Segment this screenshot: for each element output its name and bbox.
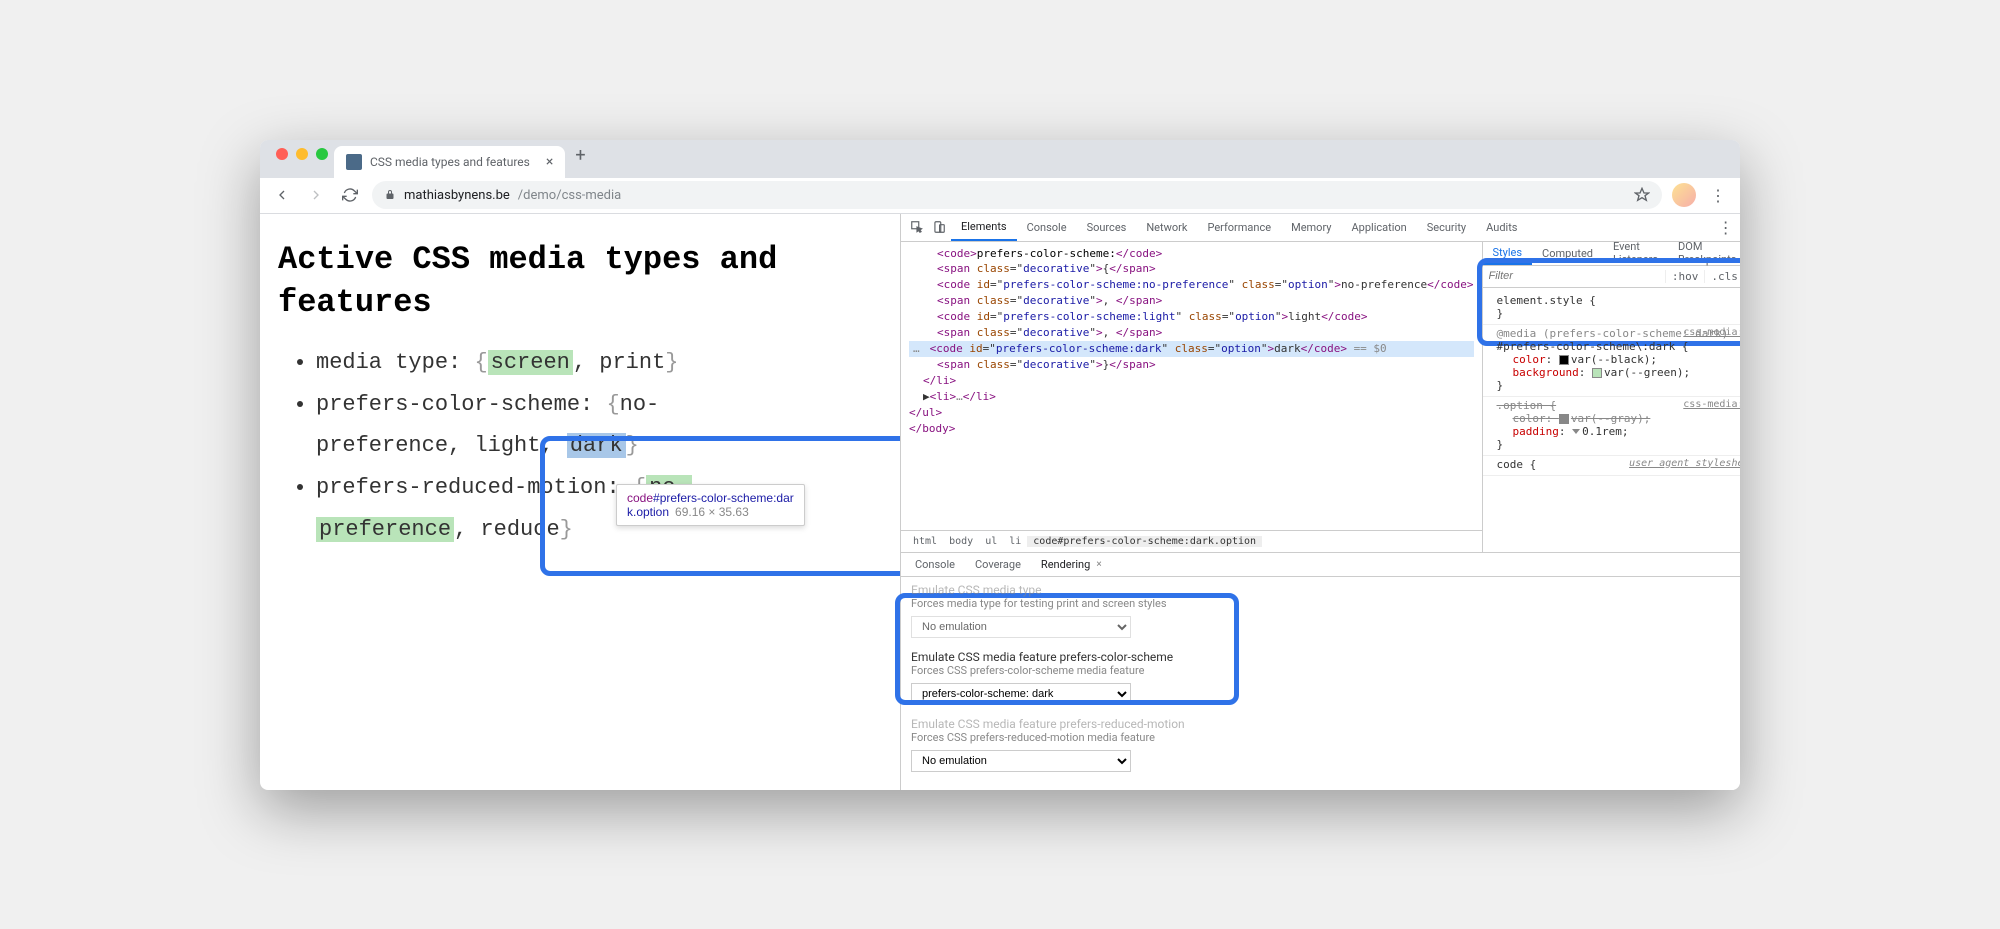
devtools-tab-application[interactable]: Application bbox=[1341, 214, 1416, 241]
styles-tab-event-listeners[interactable]: Event Listeners bbox=[1603, 242, 1668, 265]
drawer-section: Emulate CSS media feature prefers-color-… bbox=[911, 650, 1740, 705]
maximize-window-icon[interactable] bbox=[316, 148, 328, 160]
tooltip-tag: code bbox=[627, 491, 653, 505]
close-window-icon[interactable] bbox=[276, 148, 288, 160]
drawer-body: Emulate CSS media typeForces media type … bbox=[901, 577, 1740, 790]
devtools-drawer: ConsoleCoverageRendering×× Emulate CSS m… bbox=[901, 552, 1740, 790]
element-tooltip: code#prefers-color-scheme:dark.option69.… bbox=[616, 484, 805, 526]
styles-pill[interactable]: .cls bbox=[1704, 270, 1740, 283]
drawer-tabs: ConsoleCoverageRendering×× bbox=[901, 553, 1740, 577]
breadcrumb-item[interactable]: li bbox=[1003, 536, 1027, 547]
devtools-tab-network[interactable]: Network bbox=[1136, 214, 1197, 241]
dom-line[interactable]: ▶<li>…</li> bbox=[909, 389, 1474, 405]
drawer-tab-rendering[interactable]: Rendering bbox=[1031, 553, 1100, 576]
styles-pill[interactable]: :hov bbox=[1665, 270, 1705, 283]
styles-pane: StylesComputedEvent ListenersDOM Breakpo… bbox=[1483, 242, 1741, 552]
dom-line[interactable]: </body> bbox=[909, 421, 1474, 437]
reload-button[interactable] bbox=[338, 183, 362, 207]
devtools-menu-icon[interactable]: ⋮ bbox=[1714, 218, 1738, 237]
dom-line[interactable]: <code id="prefers-color-scheme:light" cl… bbox=[909, 309, 1474, 325]
browser-window: CSS media types and features × + mathias… bbox=[260, 140, 1740, 790]
drawer-select[interactable]: prefers-color-scheme: dark bbox=[911, 683, 1131, 705]
tooltip-dims: 69.16 × 35.63 bbox=[675, 505, 749, 519]
new-tab-button[interactable]: + bbox=[565, 145, 595, 172]
drawer-section: Emulate CSS media typeForces media type … bbox=[911, 583, 1740, 638]
devtools: ElementsConsoleSourcesNetworkPerformance… bbox=[900, 214, 1740, 790]
toolbar: mathiasbynens.be/demo/css-media ⋮ bbox=[260, 178, 1740, 214]
lock-icon bbox=[384, 189, 396, 201]
forward-button[interactable] bbox=[304, 183, 328, 207]
styles-tab-styles[interactable]: Styles bbox=[1483, 242, 1533, 265]
drawer-tab-coverage[interactable]: Coverage bbox=[965, 553, 1031, 576]
close-tab-icon[interactable]: × bbox=[546, 154, 553, 170]
inspect-icon[interactable] bbox=[907, 217, 927, 237]
titlebar: CSS media types and features × + bbox=[260, 140, 1740, 178]
drawer-select[interactable]: No emulation bbox=[911, 750, 1131, 772]
main-split: Active CSS media types and features medi… bbox=[260, 214, 1740, 790]
address-domain: mathiasbynens.be bbox=[404, 188, 510, 203]
list-item: media type: {screen, print} bbox=[316, 342, 882, 384]
styles-filter-bar: :hov.cls+ bbox=[1483, 266, 1741, 288]
devtools-tab-audits[interactable]: Audits bbox=[1476, 214, 1527, 241]
tab-title: CSS media types and features bbox=[370, 155, 530, 169]
css-rule[interactable]: element.style {} bbox=[1483, 292, 1741, 325]
dom-line[interactable]: <code>prefers-color-scheme:</code> bbox=[909, 246, 1474, 262]
device-icon[interactable] bbox=[929, 217, 949, 237]
dom-line[interactable]: </li> bbox=[909, 373, 1474, 389]
styles-tab-dom-breakpoints[interactable]: DOM Breakpoints bbox=[1668, 242, 1740, 265]
drawer-tab-console[interactable]: Console bbox=[905, 553, 965, 576]
styles-tab-computed[interactable]: Computed bbox=[1532, 242, 1603, 265]
bookmark-icon[interactable] bbox=[1634, 187, 1650, 203]
minimize-window-icon[interactable] bbox=[296, 148, 308, 160]
page-heading: Active CSS media types and features bbox=[278, 238, 882, 324]
address-bar[interactable]: mathiasbynens.be/demo/css-media bbox=[372, 181, 1662, 209]
styles-body[interactable]: element.style {}css-media:18@media (pref… bbox=[1483, 288, 1741, 552]
drawer-tab-close-icon[interactable]: × bbox=[1096, 559, 1101, 570]
dom-line[interactable]: <span class="decorative">, </span> bbox=[909, 293, 1474, 309]
dom-tree[interactable]: <code>prefers-color-scheme:</code><span … bbox=[901, 242, 1482, 530]
dom-line[interactable]: …<code id="prefers-color-scheme:dark" cl… bbox=[909, 341, 1474, 357]
breadcrumb-item[interactable]: ul bbox=[979, 536, 1003, 547]
devtools-tab-performance[interactable]: Performance bbox=[1197, 214, 1281, 241]
back-button[interactable] bbox=[270, 183, 294, 207]
breadcrumb[interactable]: htmlbodyullicode#prefers-color-scheme:da… bbox=[901, 530, 1482, 552]
devtools-tabs: ElementsConsoleSourcesNetworkPerformance… bbox=[901, 214, 1740, 242]
browser-tab[interactable]: CSS media types and features × bbox=[334, 146, 565, 178]
drawer-section: Emulate CSS media feature prefers-reduce… bbox=[911, 717, 1740, 772]
css-rule[interactable]: user agent stylesheetcode { bbox=[1483, 456, 1741, 476]
devtools-tab-sources[interactable]: Sources bbox=[1077, 214, 1137, 241]
devtools-tab-elements[interactable]: Elements bbox=[951, 214, 1017, 241]
devtools-tab-console[interactable]: Console bbox=[1017, 214, 1077, 241]
favicon-icon bbox=[346, 154, 362, 170]
devtools-split: <code>prefers-color-scheme:</code><span … bbox=[901, 242, 1740, 552]
dom-pane: <code>prefers-color-scheme:</code><span … bbox=[901, 242, 1483, 552]
devtools-tab-security[interactable]: Security bbox=[1417, 214, 1476, 241]
breadcrumb-item[interactable]: html bbox=[907, 536, 943, 547]
styles-tabs: StylesComputedEvent ListenersDOM Breakpo… bbox=[1483, 242, 1741, 266]
dom-line[interactable]: </ul> bbox=[909, 405, 1474, 421]
address-path: /demo/css-media bbox=[518, 188, 621, 203]
dom-line[interactable]: <span class="decorative">, </span> bbox=[909, 325, 1474, 341]
styles-filter-input[interactable] bbox=[1483, 270, 1665, 282]
profile-avatar[interactable] bbox=[1672, 183, 1696, 207]
css-rule[interactable]: css-media:13.option {color: var(--gray);… bbox=[1483, 397, 1741, 456]
page-content: Active CSS media types and features medi… bbox=[260, 214, 900, 790]
dom-line[interactable]: <span class="decorative">}</span> bbox=[909, 357, 1474, 373]
breadcrumb-item[interactable]: code#prefers-color-scheme:dark.option bbox=[1027, 536, 1262, 547]
css-rule[interactable]: css-media:18@media (prefers-color-scheme… bbox=[1483, 325, 1741, 397]
list-item: prefers-color-scheme: {no-preference, li… bbox=[316, 384, 882, 468]
menu-button[interactable]: ⋮ bbox=[1706, 186, 1730, 205]
dom-line[interactable]: <span class="decorative">{</span> bbox=[909, 261, 1474, 277]
dom-line[interactable]: <code id="prefers-color-scheme:no-prefer… bbox=[909, 277, 1474, 293]
drawer-select[interactable]: No emulation bbox=[911, 616, 1131, 638]
devtools-tab-memory[interactable]: Memory bbox=[1281, 214, 1341, 241]
traffic-lights bbox=[270, 148, 334, 170]
breadcrumb-item[interactable]: body bbox=[943, 536, 979, 547]
